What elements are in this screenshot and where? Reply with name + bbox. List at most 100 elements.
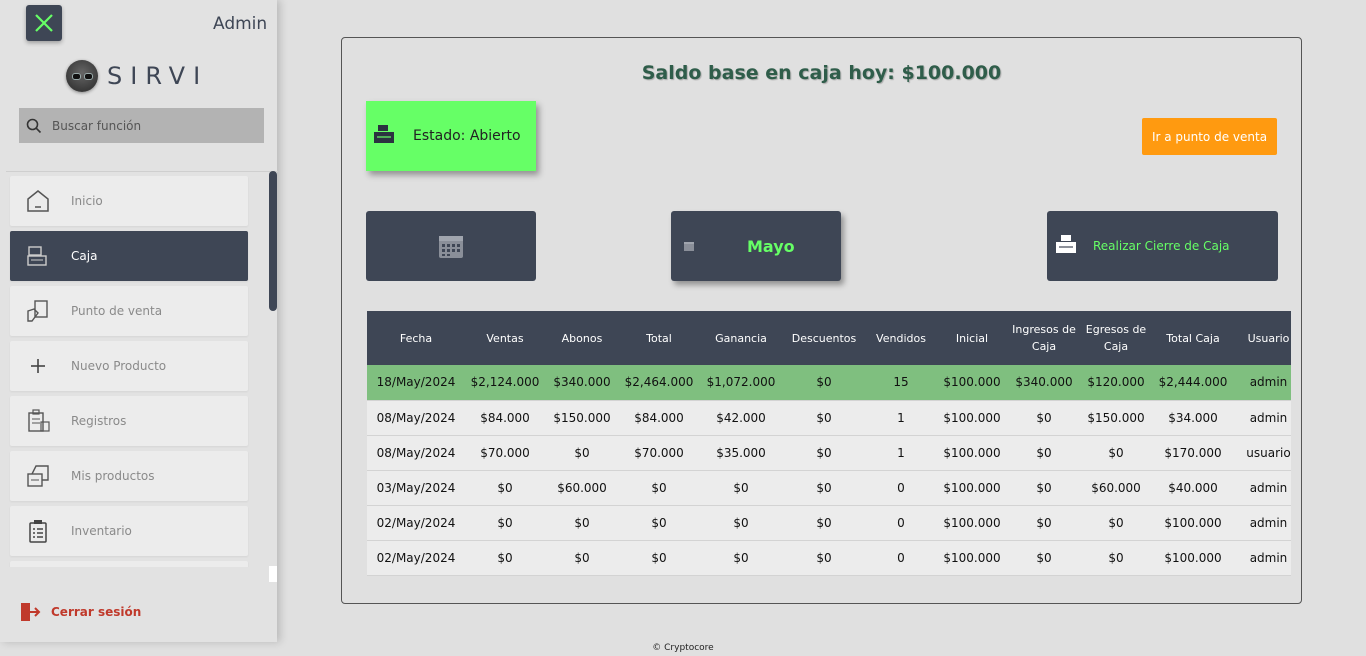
table-cell: $70.000 — [480, 445, 530, 460]
table-cell: $0 — [733, 515, 749, 530]
inventory-icon — [23, 516, 53, 546]
close-register-button[interactable]: Realizar Cierre de Caja — [1047, 211, 1278, 281]
table-cell: 0 — [897, 515, 905, 530]
table-cell: 0 — [897, 550, 905, 565]
sidebar-item-inventario[interactable]: Inventario — [10, 506, 248, 556]
calendar-icon — [439, 236, 463, 258]
cash-register-icon — [1055, 234, 1077, 258]
sidebar-scrollbar[interactable] — [269, 171, 277, 311]
cash-register-icon — [373, 124, 395, 148]
table-cell: 03/May/2024 — [376, 480, 456, 495]
close-register-label: Realizar Cierre de Caja — [1093, 239, 1230, 253]
month-selector[interactable]: Mayo — [671, 211, 841, 281]
home-icon — [23, 186, 53, 216]
table-cell: $1,072.000 — [706, 375, 776, 390]
sidebar-item-label: Punto de venta — [71, 304, 163, 318]
products-icon — [23, 461, 53, 491]
sidebar: Admin SIRVI Inicio Caja Punto de — [0, 0, 278, 642]
sidebar-item-label: Inicio — [71, 194, 103, 208]
table-cell: $120.000 — [1087, 375, 1145, 390]
table-cell: $34.000 — [1168, 410, 1218, 425]
logout-icon — [21, 603, 41, 621]
table-row[interactable]: 02/May/2024 $0 $0 $0 $0 $0 0 $100.000 $0 $0 $100.0… — [367, 505, 1291, 540]
table-cell: $0 — [816, 410, 832, 425]
table-cell: $40.000 — [1168, 480, 1218, 495]
table-row[interactable]: 02/May/2024 $0 $0 $0 $0 $0 0 $100.000 $0 $0 $100.0… — [367, 540, 1291, 575]
point-of-sale-icon — [23, 296, 53, 326]
table-header-cell: Vendidos — [876, 331, 926, 345]
table-header-cell: Total Caja — [1166, 331, 1220, 345]
table-cell: $0 — [1108, 515, 1124, 530]
table-header-cell: Inicial — [955, 331, 989, 345]
table-cell: $170.000 — [1164, 445, 1222, 460]
table-cell: $0 — [1036, 550, 1052, 565]
table-cell: 1 — [897, 410, 905, 425]
table-cell: $70.000 — [634, 445, 684, 460]
month-label: Mayo — [747, 236, 795, 256]
table-cell: 02/May/2024 — [376, 550, 456, 565]
calendar-button[interactable] — [366, 211, 536, 281]
table-cell: $150.000 — [553, 410, 611, 425]
sidebar-item-registros[interactable]: Registros — [10, 396, 248, 446]
table-cell: $0 — [816, 480, 832, 495]
table-cell: $100.000 — [943, 445, 1001, 460]
table-cell: $0 — [816, 550, 832, 565]
sidebar-item-mis-productos[interactable]: Mis productos — [10, 451, 248, 501]
table-header-cell: Abonos — [561, 331, 603, 345]
search-bar — [19, 108, 264, 143]
close-icon — [35, 14, 53, 32]
table-cell: $2,464.000 — [624, 375, 694, 390]
table-cell: $0 — [1108, 445, 1124, 460]
table-cell: $42.000 — [716, 410, 766, 425]
cash-register-icon — [23, 241, 53, 271]
table-cell: admin — [1249, 375, 1288, 390]
table-header-row: Fecha Ventas Abonos Total Ganancia Descuentos… — [367, 311, 1291, 365]
table-row[interactable]: 08/May/2024 $84.000 $150.000 $84.000 $42.000… — [367, 400, 1291, 435]
table-cell: $0 — [1036, 480, 1052, 495]
table-row[interactable]: 03/May/2024 $0 $60.000 $0 $0 $0 0 $100.000 $0 $60… — [367, 470, 1291, 505]
search-icon — [26, 118, 42, 133]
table-header-cell: Fecha — [399, 331, 433, 345]
sidebar-item-label: Registros — [71, 414, 127, 428]
cash-history-table: Fecha Ventas Abonos Total Ganancia Descuentos… — [367, 311, 1291, 577]
estado-card: Estado: Abierto — [366, 101, 536, 171]
table-cell: 0 — [897, 480, 905, 495]
search-input[interactable] — [52, 118, 242, 133]
table-cell: $0 — [733, 550, 749, 565]
sidebar-item-inicio[interactable]: Inicio — [10, 176, 248, 226]
logout-button[interactable]: Cerrar sesión — [19, 601, 141, 623]
table-row[interactable]: 08/May/2024 $70.000 $0 $70.000 $35.000 $0 1 $10… — [367, 435, 1291, 470]
table-cell: $100.000 — [1164, 515, 1222, 530]
table-cell: $0 — [1036, 410, 1052, 425]
sidebar-item-caja[interactable]: Caja — [10, 231, 248, 281]
table-header-cell: Ingresos de Caja — [1012, 323, 1076, 353]
table-header-cell: Usuario — [1247, 331, 1290, 345]
table-cell: $2,124.000 — [470, 375, 540, 390]
sidebar-item-label: Nuevo Producto — [71, 359, 167, 373]
table-cell: $35.000 — [716, 445, 766, 460]
table-cell: $100.000 — [943, 375, 1001, 390]
sidebar-item-label: Inventario — [71, 524, 132, 538]
table-cell: $340.000 — [553, 375, 611, 390]
table-cell: $0 — [574, 515, 590, 530]
close-sidebar-button[interactable] — [26, 5, 62, 41]
table-cell: $0 — [651, 480, 667, 495]
table-cell: admin — [1249, 515, 1288, 530]
sidebar-item-label: Mis productos — [71, 469, 155, 483]
table-cell: $150.000 — [1087, 410, 1145, 425]
table-cell: $0 — [497, 480, 513, 495]
table-cell: $0 — [1036, 445, 1052, 460]
go-to-point-of-sale-button[interactable]: Ir a punto de venta — [1142, 118, 1277, 155]
table-row[interactable]: 18/May/2024 $2,124.000 $340.000 $2,464.000 $… — [367, 365, 1291, 400]
sidebar-item-nuevo-producto[interactable]: Nuevo Producto — [10, 341, 248, 391]
sidebar-item-punto-de-venta[interactable]: Punto de venta — [10, 286, 248, 336]
sidebar-item-partial[interactable] — [10, 561, 248, 567]
table-cell: $2,444.000 — [1158, 375, 1228, 390]
plus-icon — [23, 351, 53, 381]
table-header-cell: Ventas — [486, 331, 524, 345]
logout-label: Cerrar sesión — [51, 605, 142, 619]
table-cell: $0 — [733, 480, 749, 495]
table-cell: 18/May/2024 — [376, 375, 456, 390]
records-icon — [23, 406, 53, 436]
app-logo: SIRVI — [66, 60, 208, 92]
